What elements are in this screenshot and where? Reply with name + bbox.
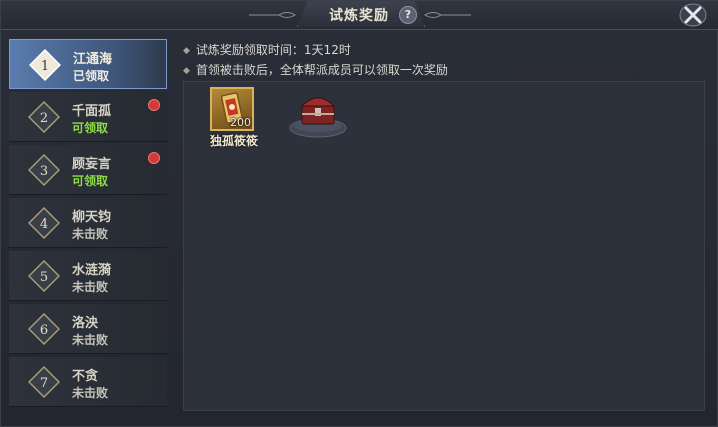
- tab-index-number: 1: [41, 59, 49, 74]
- diamond-badge-icon: 1: [29, 49, 61, 81]
- diamond-badge-icon: 6: [28, 313, 60, 345]
- tab-index-number: 3: [40, 164, 48, 179]
- boss-name: 洛泱: [72, 316, 99, 331]
- boss-tab-5[interactable]: 5 水涟漪未击败: [9, 251, 167, 301]
- claim-time-label: 试炼奖励领取时间：1天12时: [195, 43, 351, 57]
- boss-tab-3[interactable]: 3 顾妄言可领取: [9, 145, 167, 195]
- close-icon[interactable]: [679, 3, 707, 27]
- reward-status: 未击败: [72, 333, 109, 347]
- boss-name: 千面孤: [72, 104, 112, 119]
- title-ornament-right-icon: [424, 12, 471, 18]
- reward-status: 可领取: [72, 174, 109, 188]
- treasure-chest-icon[interactable]: [288, 86, 348, 142]
- tab-index-number: 7: [40, 376, 48, 391]
- diamond-badge-icon: 3: [28, 154, 60, 186]
- boss-name: 不贪: [72, 369, 99, 384]
- tab-index-number: 5: [40, 270, 48, 285]
- reward-status: 未击败: [72, 386, 109, 400]
- reward-status: 未击败: [72, 280, 109, 294]
- diamond-badge-icon: 7: [28, 366, 60, 398]
- boss-name: 水涟漪: [72, 263, 112, 278]
- tab-index-number: 4: [40, 217, 48, 232]
- title-ornament-left-icon: [249, 12, 296, 18]
- reward-status: 可领取: [72, 121, 109, 135]
- item-quantity: 200: [230, 116, 251, 129]
- help-icon[interactable]: ?: [399, 6, 417, 24]
- boss-tab-1[interactable]: 1 江通海已领取: [9, 39, 167, 89]
- trial-reward-window: 试炼奖励 ? 1 江通海 已领取 2 千面孤 可领取 3 顾妄言 可领取 4 柳天钧 未击败 5 水涟漪未…: [0, 0, 718, 427]
- window-title: 试炼奖励: [329, 8, 389, 24]
- boss-tab-7[interactable]: 7 不贪未击败: [9, 357, 167, 407]
- item-name: 独孤筱筱: [209, 134, 258, 148]
- claim-rule-label: 首领被击败后，全体帮派成员可以领取一次奖励: [195, 63, 448, 77]
- diamond-bullet-icon: ◆: [183, 46, 190, 56]
- reward-area: 200 独孤筱筱: [183, 81, 705, 411]
- claim-rule-text: ◆ 首领被击败后，全体帮派成员可以领取一次奖励: [183, 61, 448, 78]
- diamond-badge-icon: 2: [28, 101, 60, 133]
- boss-tab-4[interactable]: 4 柳天钧未击败: [9, 198, 167, 248]
- diamond-badge-icon: 4: [28, 207, 60, 239]
- reward-status: 未击败: [72, 227, 109, 241]
- tab-index-number: 2: [40, 111, 48, 126]
- tab-index-number: 6: [40, 323, 48, 338]
- diamond-bullet-icon: ◆: [183, 66, 190, 76]
- notification-dot-icon: [148, 99, 160, 111]
- boss-tab-6[interactable]: 6 洛泱未击败: [9, 304, 167, 354]
- boss-name: 江通海: [73, 52, 113, 67]
- title-bar: 试炼奖励 ?: [1, 1, 718, 30]
- reward-content: ◆ 试炼奖励领取时间：1天12时 ◆ 首领被击败后，全体帮派成员可以领取一次奖励 2…: [177, 39, 711, 411]
- boss-name: 顾妄言: [72, 157, 112, 172]
- boss-tab-list: 1 江通海 已领取 2 千面孤 可领取 3 顾妄言 可领取 4 柳天钧 未击败 5 水涟漪 未击败 6 洛泱 未击…: [9, 39, 167, 413]
- reward-item-slot[interactable]: 200: [210, 87, 254, 131]
- claim-time-text: ◆ 试炼奖励领取时间：1天12时: [183, 41, 351, 58]
- diamond-badge-icon: 5: [28, 260, 60, 292]
- reward-status: 已领取: [73, 69, 110, 83]
- boss-tab-2[interactable]: 2 千面孤可领取: [9, 92, 167, 142]
- boss-name: 柳天钧: [72, 210, 112, 225]
- notification-dot-icon: [148, 152, 160, 164]
